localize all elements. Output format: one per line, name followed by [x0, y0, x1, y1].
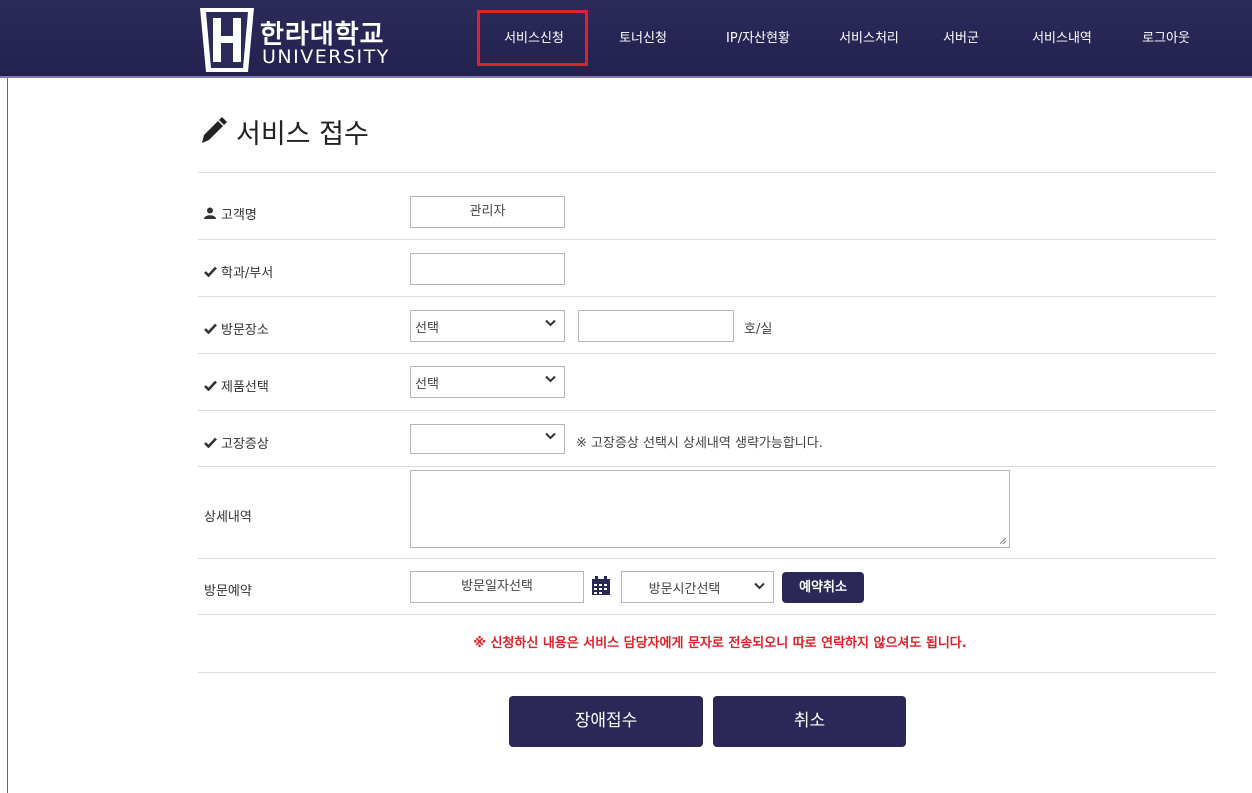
nav-item-service-request[interactable]: 서비스신청 — [491, 27, 577, 49]
chevron-down-icon — [545, 372, 556, 386]
submit-report-button[interactable]: 장애접수 — [509, 696, 703, 747]
product-label: 제품선택 — [204, 376, 269, 395]
nav-item-server-group[interactable]: 서버군 — [935, 27, 987, 49]
resize-handle-icon[interactable] — [999, 537, 1007, 545]
row-divider — [198, 558, 1216, 559]
room-number-input[interactable] — [578, 310, 734, 342]
visit-place-select[interactable]: 선택 — [410, 310, 565, 342]
main-nav: 서비스신청 토너신청 IP/자산현황 서비스처리 서버군 서비스내역 로그아웃 — [0, 0, 1252, 76]
visit-place-label: 방문장소 — [204, 319, 269, 338]
symptom-note: ※ 고장증상 선택시 상세내역 생략가능합니다. — [576, 436, 823, 451]
product-select[interactable]: 선택 — [410, 366, 565, 398]
visit-date-button[interactable]: 방문일자선택 — [410, 571, 584, 603]
reservation-label: 방문예약 — [204, 584, 252, 599]
row-divider — [198, 672, 1216, 673]
chevron-down-icon — [545, 429, 556, 443]
department-label: 학과/부서 — [204, 262, 273, 281]
chevron-down-icon — [754, 579, 765, 593]
symptom-select[interactable] — [410, 424, 565, 454]
row-divider — [198, 410, 1216, 411]
row-divider — [198, 614, 1216, 615]
sms-notice: ※ 신청하신 내용은 서비스 담당자에게 문자로 전송되오니 따로 연락하지 않… — [473, 636, 967, 651]
chevron-down-icon — [545, 316, 556, 330]
row-divider — [198, 172, 1216, 173]
calendar-icon[interactable] — [591, 576, 611, 596]
user-icon — [204, 207, 218, 223]
nav-item-service-history[interactable]: 서비스내역 — [1019, 27, 1105, 49]
nav-item-ip-asset-status[interactable]: IP/자산현황 — [708, 27, 808, 49]
top-navigation-bar: 한라대학교 UNIVERSITY 서비스신청 토너신청 IP/자산현황 서비스처… — [0, 0, 1252, 78]
customer-name-label: 고객명 — [204, 204, 257, 223]
check-icon — [204, 323, 218, 338]
row-divider — [198, 239, 1216, 240]
check-icon — [204, 437, 218, 452]
details-label: 상세내역 — [204, 510, 252, 525]
check-icon — [204, 380, 218, 395]
page-title-text: 서비스 접수 — [236, 119, 369, 150]
nav-item-toner-request[interactable]: 토너신청 — [607, 27, 679, 49]
visit-time-select[interactable]: 방문시간선택 — [621, 571, 774, 603]
row-divider — [198, 466, 1216, 467]
details-textarea[interactable] — [410, 470, 1010, 548]
nav-item-logout[interactable]: 로그아웃 — [1128, 27, 1204, 49]
check-icon — [204, 266, 218, 281]
customer-name-field[interactable]: 관리자 — [410, 196, 565, 228]
row-divider — [198, 296, 1216, 297]
nav-item-service-processing[interactable]: 서비스처리 — [825, 27, 913, 49]
page-left-border — [0, 77, 8, 793]
department-input[interactable] — [410, 253, 565, 285]
cancel-button[interactable]: 취소 — [713, 696, 906, 747]
cancel-reservation-button[interactable]: 예약취소 — [782, 572, 864, 603]
room-suffix-label: 호/실 — [744, 322, 773, 337]
pencil-icon — [202, 117, 227, 143]
row-divider — [198, 353, 1216, 354]
symptom-label: 고장증상 — [204, 433, 269, 452]
